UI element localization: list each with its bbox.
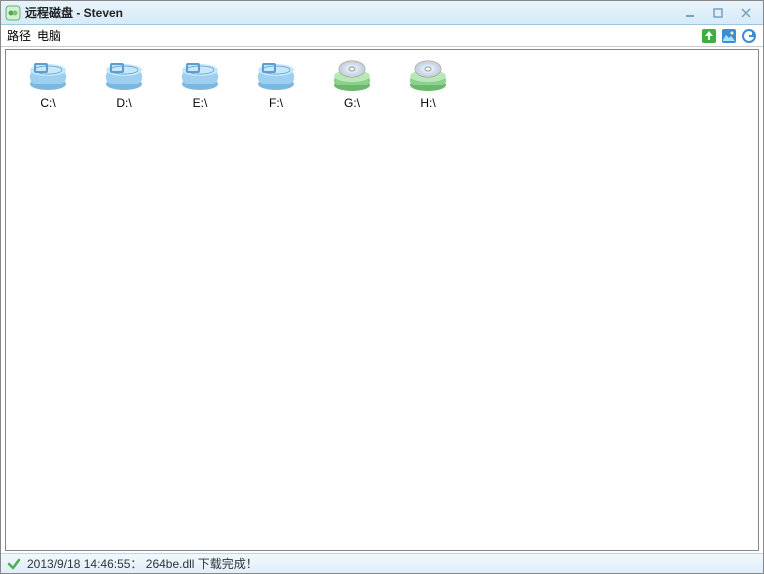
drive-label: E:\ — [193, 96, 208, 110]
drive-item[interactable]: H:\ — [390, 58, 466, 128]
upload-icon[interactable] — [701, 28, 717, 44]
window-title: 远程磁盘 - Steven — [25, 4, 677, 21]
drive-label: H:\ — [420, 96, 435, 110]
hard-drive-icon — [28, 60, 68, 92]
refresh-icon[interactable] — [741, 28, 757, 44]
minimize-button[interactable] — [677, 5, 703, 21]
drive-item[interactable]: F:\ — [238, 58, 314, 128]
toolbar: 路径 电脑 — [1, 25, 763, 47]
drive-label: C:\ — [40, 96, 55, 110]
hard-drive-icon — [180, 60, 220, 92]
image-icon[interactable] — [721, 28, 737, 44]
close-button[interactable] — [733, 5, 759, 21]
titlebar: 远程磁盘 - Steven — [1, 1, 763, 25]
path-value: 电脑 — [37, 27, 701, 44]
check-icon — [7, 557, 21, 571]
cd-drive-icon — [408, 60, 448, 92]
cd-drive-icon — [332, 60, 372, 92]
drive-label: G:\ — [344, 96, 360, 110]
toolbar-actions — [701, 28, 757, 44]
window-controls — [677, 5, 759, 21]
maximize-button[interactable] — [705, 5, 731, 21]
hard-drive-icon — [256, 60, 296, 92]
drive-item[interactable]: D:\ — [86, 58, 162, 128]
drive-item[interactable]: G:\ — [314, 58, 390, 128]
status-text: 2013/9/18 14:46:55： 264be.dll 下载完成！ — [27, 555, 258, 572]
app-icon — [5, 5, 21, 21]
path-label: 路径 — [7, 27, 31, 44]
drive-item[interactable]: C:\ — [10, 58, 86, 128]
drive-label: D:\ — [116, 96, 131, 110]
hard-drive-icon — [104, 60, 144, 92]
drive-label: F:\ — [269, 96, 283, 110]
statusbar: 2013/9/18 14:46:55： 264be.dll 下载完成！ — [1, 553, 763, 573]
drive-item[interactable]: E:\ — [162, 58, 238, 128]
drive-list: C:\ D:\ E:\ F:\ G:\ — [5, 49, 759, 551]
